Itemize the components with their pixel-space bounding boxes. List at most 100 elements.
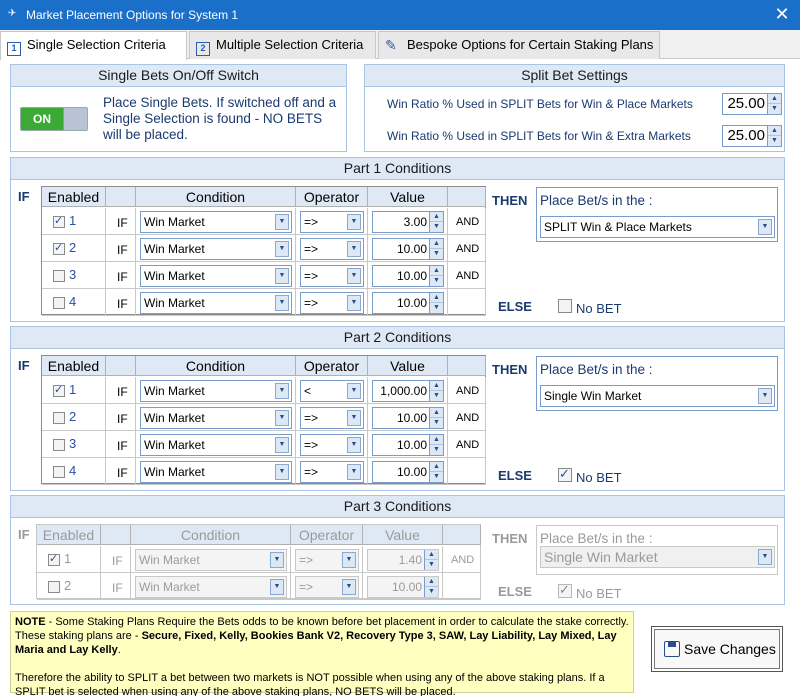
chevron-down-icon[interactable]: ▼ [758,388,772,404]
chevron-down-icon[interactable]: ▼ [275,214,289,230]
chevron-down-icon[interactable]: ▼ [275,295,289,311]
enabled-checkbox[interactable]: ✓ [53,215,65,228]
enabled-checkbox[interactable] [53,466,65,478]
condition-select[interactable]: Win Market ▼ [140,292,292,314]
condition-select[interactable]: Win Market ▼ [135,549,287,571]
condition-select[interactable]: Win Market ▼ [140,461,292,483]
toggle-knob[interactable] [63,108,87,130]
chevron-down-icon[interactable]: ▼ [347,214,361,230]
spin-down-icon[interactable]: ▼ [430,445,443,455]
chevron-down-icon[interactable]: ▼ [347,268,361,284]
spin-up-icon[interactable]: ▲ [425,577,438,587]
spin-down-icon[interactable]: ▼ [430,418,443,428]
spin-down-icon[interactable]: ▼ [430,222,443,232]
tab-bespoke-options[interactable]: ✎ Bespoke Options for Certain Staking Pla… [378,31,660,59]
operator-select[interactable]: => ▼ [300,434,364,456]
condition-select[interactable]: Win Market ▼ [135,576,287,598]
chevron-down-icon[interactable]: ▼ [275,268,289,284]
value-spinner[interactable]: 10.00 ▲ ▼ [367,576,439,598]
condition-select[interactable]: Win Market ▼ [140,434,292,456]
operator-select[interactable]: => ▼ [300,211,364,233]
enabled-checkbox[interactable] [53,439,65,451]
operator-select[interactable]: => ▼ [300,238,364,260]
chevron-down-icon[interactable]: ▼ [347,383,361,399]
chevron-down-icon[interactable]: ▼ [347,410,361,426]
place-bets-select[interactable]: Single Win Market ▼ [540,385,775,407]
spin-down-icon[interactable]: ▼ [430,472,443,482]
chevron-down-icon[interactable]: ▼ [270,552,284,568]
spin-down-icon[interactable]: ▼ [430,249,443,259]
spin-down-icon[interactable]: ▼ [425,560,438,570]
split-win-extra-spinner[interactable]: 25.00 ▲ ▼ [722,125,782,147]
spin-up-icon[interactable]: ▲ [768,94,781,104]
operator-select[interactable]: => ▼ [300,461,364,483]
operator-select[interactable]: => ▼ [300,407,364,429]
spin-up-icon[interactable]: ▲ [430,266,443,276]
enabled-checkbox[interactable]: ✓ [53,384,65,397]
spin-up-icon[interactable]: ▲ [430,381,443,391]
tab-multiple-selection[interactable]: 2 Multiple Selection Criteria [189,31,376,59]
spin-down-icon[interactable]: ▼ [768,136,781,146]
spin-up-icon[interactable]: ▲ [430,293,443,303]
condition-select[interactable]: Win Market ▼ [140,211,292,233]
place-bets-select[interactable]: Single Win Market ▼ [540,546,775,568]
chevron-down-icon[interactable]: ▼ [758,219,772,235]
no-bet-checkbox[interactable]: ✓ [558,466,572,482]
value-spinner[interactable]: 10.00 ▲ ▼ [372,265,444,287]
spin-up-icon[interactable]: ▲ [768,126,781,136]
split-win-place-spinner[interactable]: 25.00 ▲ ▼ [722,93,782,115]
spin-down-icon[interactable]: ▼ [430,276,443,286]
value-spinner[interactable]: 1.40 ▲ ▼ [367,549,439,571]
chevron-down-icon[interactable]: ▼ [275,383,289,399]
value-spinner[interactable]: 10.00 ▲ ▼ [372,407,444,429]
value-spinner[interactable]: 10.00 ▲ ▼ [372,292,444,314]
enabled-checkbox[interactable] [53,297,65,309]
chevron-down-icon[interactable]: ▼ [270,579,284,595]
chevron-down-icon[interactable]: ▼ [342,552,356,568]
place-bets-select[interactable]: SPLIT Win & Place Markets ▼ [540,216,775,238]
value-spinner[interactable]: 10.00 ▲ ▼ [372,238,444,260]
enabled-checkbox[interactable]: ✓ [48,553,60,566]
chevron-down-icon[interactable]: ▼ [758,549,772,565]
no-bet-checkbox[interactable]: ✓ [558,582,572,598]
chevron-down-icon[interactable]: ▼ [275,437,289,453]
condition-select[interactable]: Win Market ▼ [140,238,292,260]
condition-select[interactable]: Win Market ▼ [140,407,292,429]
single-bets-toggle[interactable]: ON [20,107,88,131]
enabled-checkbox[interactable]: ✓ [53,242,65,255]
value-spinner[interactable]: 10.00 ▲ ▼ [372,461,444,483]
value-spinner[interactable]: 1,000.00 ▲ ▼ [372,380,444,402]
operator-select[interactable]: < ▼ [300,380,364,402]
spin-up-icon[interactable]: ▲ [430,408,443,418]
operator-select[interactable]: => ▼ [295,576,359,598]
chevron-down-icon[interactable]: ▼ [275,410,289,426]
chevron-down-icon[interactable]: ▼ [275,464,289,480]
chevron-down-icon[interactable]: ▼ [347,464,361,480]
spin-up-icon[interactable]: ▲ [430,212,443,222]
chevron-down-icon[interactable]: ▼ [347,241,361,257]
value-spinner[interactable]: 3.00 ▲ ▼ [372,211,444,233]
spin-down-icon[interactable]: ▼ [768,104,781,114]
enabled-checkbox[interactable] [53,270,65,282]
spin-down-icon[interactable]: ▼ [430,303,443,313]
no-bet-checkbox[interactable] [558,299,572,313]
chevron-down-icon[interactable]: ▼ [342,579,356,595]
spin-up-icon[interactable]: ▲ [430,435,443,445]
value-spinner[interactable]: 10.00 ▲ ▼ [372,434,444,456]
spin-up-icon[interactable]: ▲ [430,462,443,472]
tab-single-selection[interactable]: 1 Single Selection Criteria [0,31,187,60]
chevron-down-icon[interactable]: ▼ [347,295,361,311]
operator-select[interactable]: => ▼ [300,265,364,287]
spin-up-icon[interactable]: ▲ [430,239,443,249]
enabled-checkbox[interactable] [48,581,60,593]
operator-select[interactable]: => ▼ [295,549,359,571]
condition-select[interactable]: Win Market ▼ [140,265,292,287]
chevron-down-icon[interactable]: ▼ [347,437,361,453]
condition-select[interactable]: Win Market ▼ [140,380,292,402]
enabled-checkbox[interactable] [53,412,65,424]
spin-up-icon[interactable]: ▲ [425,550,438,560]
operator-select[interactable]: => ▼ [300,292,364,314]
chevron-down-icon[interactable]: ▼ [275,241,289,257]
spin-down-icon[interactable]: ▼ [430,391,443,401]
spin-down-icon[interactable]: ▼ [425,587,438,597]
